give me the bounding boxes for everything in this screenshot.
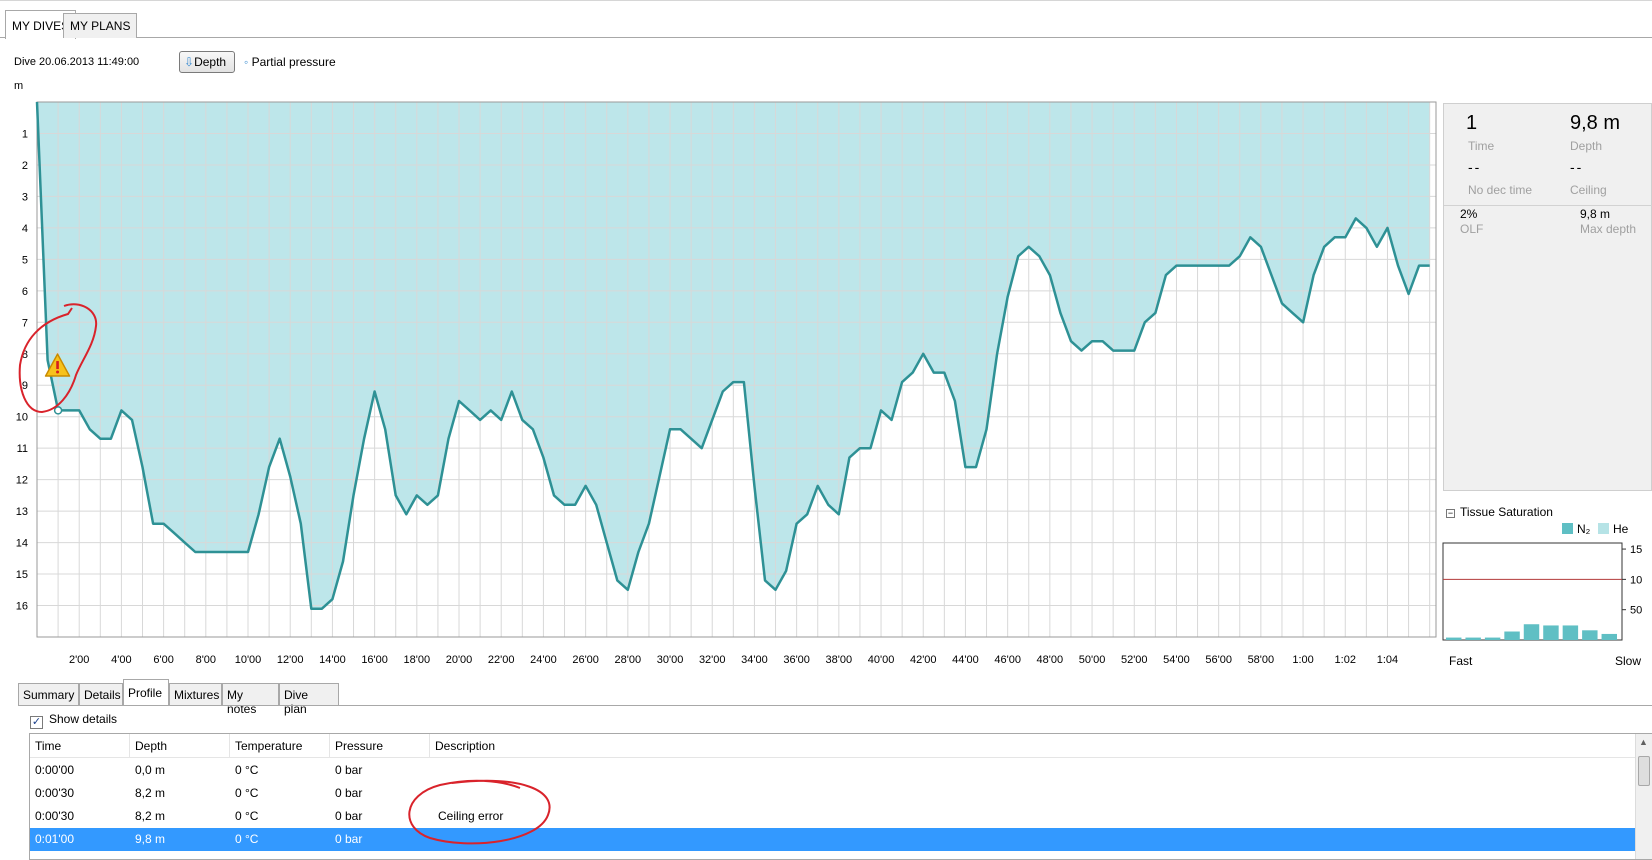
x-tick-label: 1:04 xyxy=(1377,654,1398,666)
x-tick-label: 46'00 xyxy=(994,654,1021,666)
he-swatch xyxy=(1598,523,1609,534)
x-tick-label: 56'00 xyxy=(1205,654,1232,666)
tissue-compartment-bar xyxy=(1504,631,1520,640)
depth-label: Depth xyxy=(1570,139,1603,153)
column-header-description[interactable]: Description xyxy=(430,734,1635,758)
no-dec-time-value: -- xyxy=(1468,159,1482,175)
x-tick-label: 34'00 xyxy=(741,654,768,666)
x-tick-label: 58'00 xyxy=(1248,654,1275,666)
tissue-compartment-bar xyxy=(1562,625,1579,640)
table-scrollbar[interactable]: ▲ xyxy=(1635,734,1652,859)
x-tick-label: 1:00 xyxy=(1292,654,1313,666)
dive-info-panel: 1 Time 9,8 m Depth -- No dec time -- Cei… xyxy=(1443,103,1652,491)
legend-he-label: He xyxy=(1613,522,1629,536)
legend-n2-label: N₂ xyxy=(1577,522,1591,536)
tissue-saturation-chart: 15 10 50 xyxy=(1442,542,1642,641)
x-tick-label: 32'00 xyxy=(699,654,726,666)
x-tick-label: 48'00 xyxy=(1037,654,1064,666)
x-tick-label: 54'00 xyxy=(1163,654,1190,666)
collapse-icon[interactable]: − xyxy=(1446,509,1455,518)
red-annotation-overlay xyxy=(18,303,551,845)
red-circle-table-mark xyxy=(408,779,551,845)
olf-label: OLF xyxy=(1460,222,1484,236)
x-tick-label: 36'00 xyxy=(783,654,810,666)
tissue-saturation-title: Tissue Saturation xyxy=(1460,505,1553,519)
tissue-y-tick-label: 50 xyxy=(1630,605,1642,617)
tissue-y-tick-label: 15 xyxy=(1630,544,1642,556)
time-value: 1 xyxy=(1466,112,1478,134)
x-tick-label: 30'00 xyxy=(657,654,684,666)
ceiling-label: Ceiling xyxy=(1570,183,1607,197)
info-separator xyxy=(1444,205,1652,206)
tissue-y-tick-label: 10 xyxy=(1630,574,1642,586)
x-tick-label: 50'00 xyxy=(1079,654,1106,666)
olf-value: 2% xyxy=(1460,207,1478,221)
legend-he: He xyxy=(1598,522,1628,536)
max-depth-label: Max depth xyxy=(1580,222,1637,236)
tissue-compartment-bar xyxy=(1484,637,1501,640)
x-tick-label: 38'00 xyxy=(826,654,853,666)
x-tick-label: 28'00 xyxy=(615,654,642,666)
x-tick-label: 42'00 xyxy=(910,654,937,666)
red-circle-chart-mark xyxy=(18,303,98,414)
max-depth-value: 9,8 m xyxy=(1580,207,1611,221)
n2-swatch xyxy=(1562,523,1573,534)
legend-n2: N₂ xyxy=(1562,522,1590,536)
time-label: Time xyxy=(1468,139,1495,153)
tissue-compartment-bar xyxy=(1601,633,1617,640)
tissue-compartment-bar xyxy=(1582,630,1598,640)
tissue-fast-label: Fast xyxy=(1449,654,1473,668)
tissue-compartment-bar xyxy=(1465,637,1481,640)
tissue-saturation-header[interactable]: − Tissue Saturation xyxy=(1446,505,1553,519)
tissue-compartment-bar xyxy=(1543,625,1559,640)
scroll-thumb[interactable] xyxy=(1638,756,1650,786)
no-dec-time-label: No dec time xyxy=(1468,183,1533,197)
depth-value: 9,8 m xyxy=(1570,112,1621,134)
tissue-slow-label: Slow xyxy=(1615,654,1642,668)
ceiling-value: -- xyxy=(1570,159,1584,175)
tissue-compartment-bar xyxy=(1523,624,1540,640)
scroll-up-icon[interactable]: ▲ xyxy=(1639,737,1648,747)
x-tick-label: 52'00 xyxy=(1121,654,1148,666)
x-tick-label: 40'00 xyxy=(868,654,895,666)
x-tick-label: 1:02 xyxy=(1335,654,1356,666)
tissue-compartment-bar xyxy=(1446,637,1462,640)
x-tick-label: 44'00 xyxy=(952,654,979,666)
